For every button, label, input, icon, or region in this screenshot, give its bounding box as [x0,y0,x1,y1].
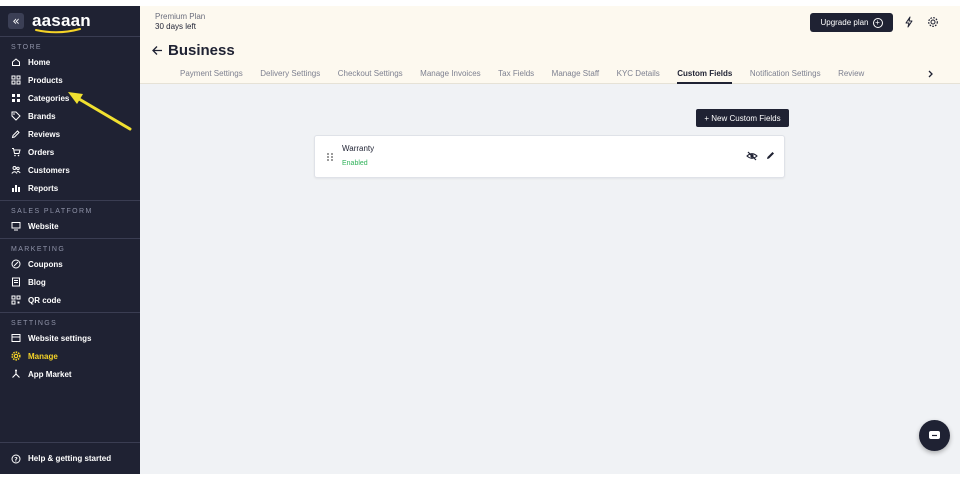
new-custom-fields-button[interactable]: + New Custom Fields [696,109,789,127]
tab-delivery-settings[interactable]: Delivery Settings [260,66,320,84]
main-content: + New Custom Fields Warranty Enabled [140,84,960,474]
section-label-settings: SETTINGS [11,320,58,327]
sidebar-item-label: Categories [28,93,70,103]
logo-smile-icon [35,28,81,34]
monitor-icon [11,221,21,231]
sidebar-item-label: Reviews [28,129,61,139]
tag-icon [11,111,21,121]
sidebar-item-website-settings[interactable]: Website settings [0,329,140,347]
divider [0,238,140,239]
qr-icon [11,295,21,305]
tab-custom-fields[interactable]: Custom Fields [677,66,733,84]
sidebar-item-manage[interactable]: Manage [0,347,140,365]
plan-name: Premium Plan [155,12,206,21]
tab-review[interactable]: Review [838,66,864,84]
help-link[interactable]: ? Help & getting started [0,442,140,474]
logo[interactable]: aasaan [32,11,91,34]
title-row: Business [151,42,235,59]
tab-manage-invoices[interactable]: Manage Invoices [420,66,480,84]
gear-icon [11,351,21,361]
cart-icon [11,147,21,157]
page-header: Premium Plan 30 days left Upgrade plan +… [140,6,960,84]
sidebar-item-label: App Market [28,369,72,379]
app-frame: « aasaan STORE Home Products Categories Bra… [0,6,960,474]
sidebar-item-reviews[interactable]: Reviews [0,125,140,143]
section-label-store: STORE [11,44,42,51]
chat-support-button[interactable] [919,420,950,451]
website-settings-icon [11,333,21,343]
chat-icon [929,431,940,439]
tab-checkout-settings[interactable]: Checkout Settings [338,66,403,84]
products-icon [11,75,21,85]
sidebar-item-label: Home [28,57,51,67]
divider [0,312,140,313]
settings-tabs: Payment Settings Delivery Settings Checkou… [180,66,882,84]
reports-icon [11,183,21,193]
drag-handle-icon[interactable] [326,152,334,162]
custom-field-name: Warranty [342,144,375,153]
chevron-right-icon[interactable] [927,69,935,79]
sidebar-item-orders[interactable]: Orders [0,143,140,161]
sidebar-item-label: Coupons [28,259,63,269]
gear-icon[interactable] [927,16,939,28]
divider [0,200,140,201]
custom-field-card: Warranty Enabled [314,135,785,178]
tab-payment-settings[interactable]: Payment Settings [180,66,243,84]
svg-text:?: ? [14,456,18,463]
sidebar-item-label: Reports [28,183,59,193]
sidebar-item-website[interactable]: Website [0,217,140,235]
tab-notification-settings[interactable]: Notification Settings [750,66,821,84]
sidebar-item-categories[interactable]: Categories [0,89,140,107]
sidebar-item-label: Customers [28,165,70,175]
help-icon: ? [11,454,21,464]
bottom-border [0,474,960,480]
coupon-icon [11,259,21,269]
custom-field-status: Enabled [342,160,368,167]
tab-tax-fields[interactable]: Tax Fields [498,66,534,84]
brand-bar: « aasaan [0,6,140,36]
help-label: Help & getting started [28,454,112,463]
plan-info: Premium Plan 30 days left [155,12,205,32]
sidebar-item-label: Website settings [28,333,92,343]
section-label-marketing: MARKETING [11,246,66,253]
divider [0,36,140,37]
sidebar-item-blog[interactable]: Blog [0,273,140,291]
sidebar-item-label: Website [28,221,59,231]
sidebar-item-home[interactable]: Home [0,53,140,71]
customers-icon [11,165,21,175]
tab-manage-staff[interactable]: Manage Staff [552,66,599,84]
sidebar-item-products[interactable]: Products [0,71,140,89]
eye-off-icon[interactable] [746,150,758,162]
sidebar-item-app-market[interactable]: App Market [0,365,140,383]
collapse-sidebar-icon[interactable]: « [8,13,24,29]
blog-icon [11,277,21,287]
sidebar-item-label: Manage [28,351,58,361]
section-label-sales-platform: SALES PLATFORM [11,208,93,215]
sidebar: « aasaan STORE Home Products Categories Bra… [0,6,140,474]
categories-icon [11,93,21,103]
sidebar-item-label: Blog [28,277,46,287]
upgrade-plan-button[interactable]: Upgrade plan + [810,13,893,32]
sidebar-item-label: Orders [28,147,55,157]
upgrade-plan-label: Upgrade plan [820,18,869,27]
app-market-icon [11,369,21,379]
plus-circle-icon: + [872,17,883,28]
sidebar-item-coupons[interactable]: Coupons [0,255,140,273]
back-arrow-icon[interactable] [151,44,164,57]
sidebar-item-label: Products [28,75,63,85]
sidebar-item-customers[interactable]: Customers [0,161,140,179]
sidebar-item-qr-code[interactable]: QR code [0,291,140,309]
page-title: Business [168,42,235,59]
sidebar-item-reports[interactable]: Reports [0,179,140,197]
lightning-icon[interactable] [903,16,915,28]
reviews-icon [11,129,21,139]
home-icon [11,57,21,67]
plan-days-left: 30 days left [155,22,196,31]
sidebar-item-label: Brands [28,111,56,121]
edit-pencil-icon[interactable] [765,150,776,161]
tab-kyc-details[interactable]: KYC Details [617,66,660,84]
sidebar-item-brands[interactable]: Brands [0,107,140,125]
sidebar-item-label: QR code [28,295,61,305]
